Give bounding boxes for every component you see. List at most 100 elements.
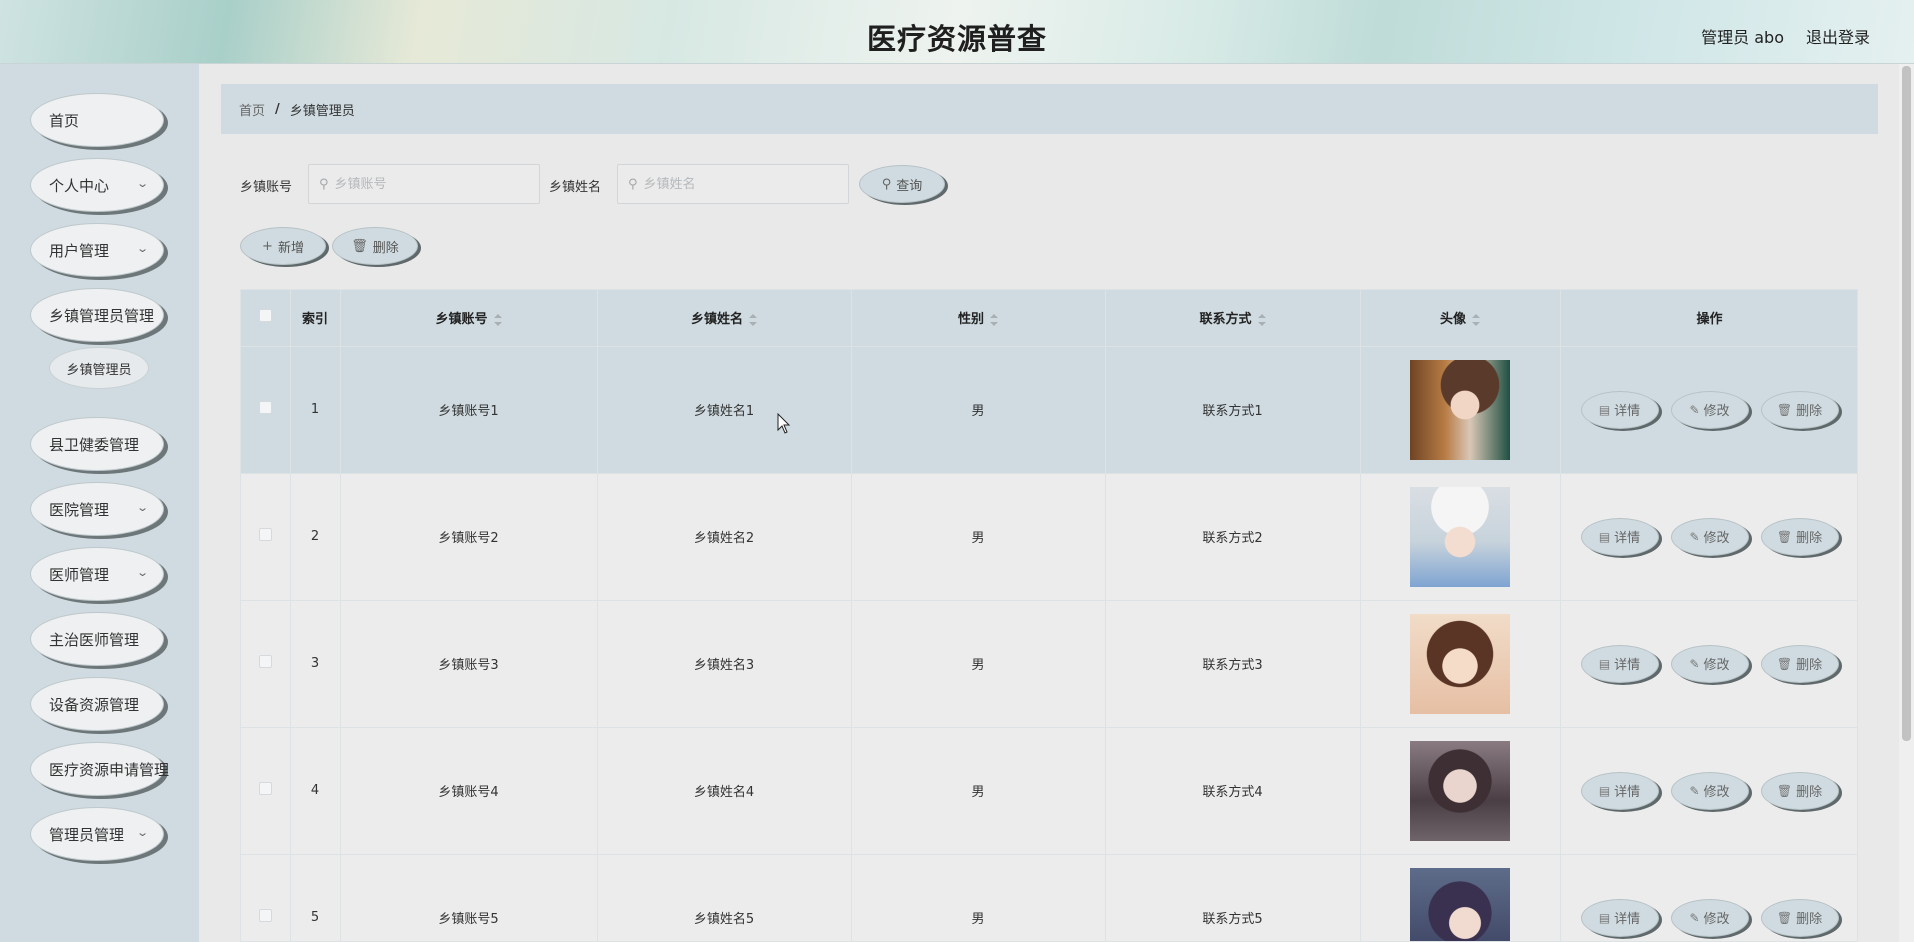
sidebar-item-attending-doctors[interactable]: 主治医师管理 <box>30 612 164 666</box>
avatar[interactable] <box>1410 867 1510 941</box>
row-select-cell <box>241 727 291 855</box>
sidebar-item-home[interactable]: 首页 <box>30 93 164 147</box>
document-icon: ▤ <box>1598 910 1611 925</box>
index-cell: 1 <box>290 346 341 474</box>
column-header-label: 头像 <box>1439 312 1466 328</box>
avatar[interactable] <box>1410 613 1510 714</box>
edit-button[interactable]: ✎ 修改 <box>1670 771 1749 810</box>
row-select-cell <box>241 473 291 601</box>
chevron-down-icon: ⌄ <box>135 826 149 839</box>
sidebar-item-county-health[interactable]: 县卫健委管理 <box>30 417 164 471</box>
delete-button[interactable]: 🗑 删除 <box>1760 771 1839 810</box>
delete-button-label: 删除 <box>1796 785 1823 800</box>
account-search-field[interactable]: ⚲ <box>308 164 540 204</box>
column-header-account[interactable]: 乡镇账号 <box>340 290 598 347</box>
edit-button[interactable]: ✎ 修改 <box>1670 898 1749 937</box>
detail-button[interactable]: ▤ 详情 <box>1580 771 1659 810</box>
delete-button-label: 删除 <box>1796 912 1823 927</box>
detail-button[interactable]: ▤ 详情 <box>1580 517 1659 556</box>
sidebar-item-hospitals[interactable]: 医院管理 ⌄ <box>30 482 164 536</box>
detail-button[interactable]: ▤ 详情 <box>1580 390 1659 429</box>
trash-icon: 🗑 <box>351 238 368 254</box>
contact-cell: 联系方式4 <box>1105 727 1361 855</box>
sort-icon[interactable] <box>493 313 502 326</box>
column-header-label: 操作 <box>1696 312 1723 328</box>
edit-button[interactable]: ✎ 修改 <box>1670 644 1749 683</box>
row-checkbox[interactable] <box>258 909 272 922</box>
detail-button[interactable]: ▤ 详情 <box>1580 898 1659 937</box>
column-header-name[interactable]: 乡镇姓名 <box>597 290 852 347</box>
sidebar-item-equipment[interactable]: 设备资源管理 <box>30 677 164 731</box>
detail-button-label: 详情 <box>1614 658 1641 673</box>
account-cell: 乡镇账号4 <box>340 727 598 855</box>
batch-delete-button[interactable]: 🗑 删除 <box>332 227 418 265</box>
trash-icon: 🗑 <box>1776 529 1793 544</box>
name-search-input[interactable] <box>643 176 824 192</box>
plus-icon: + <box>262 238 273 254</box>
trash-icon: 🗑 <box>1776 910 1793 925</box>
sort-icon[interactable] <box>749 313 757 326</box>
scrollbar-thumb[interactable] <box>1902 66 1911 741</box>
submenu-item-township-admin[interactable]: 乡镇管理员 <box>49 347 149 389</box>
select-all-checkbox[interactable] <box>258 309 272 323</box>
contact-cell: 联系方式5 <box>1105 854 1361 941</box>
row-checkbox[interactable] <box>258 655 272 668</box>
row-checkbox[interactable] <box>258 528 272 541</box>
delete-button[interactable]: 🗑 删除 <box>1760 644 1839 683</box>
sidebar-item-resource-requests[interactable]: 医疗资源申请管理 <box>30 742 169 796</box>
detail-button[interactable]: ▤ 详情 <box>1580 644 1659 683</box>
chevron-down-icon: ⌄ <box>135 566 149 579</box>
row-select-cell <box>241 854 291 941</box>
account-cell: 乡镇账号5 <box>340 854 598 941</box>
sort-icon[interactable] <box>1472 313 1480 326</box>
sidebar-item-doctors[interactable]: 医师管理 ⌄ <box>30 547 164 601</box>
sidebar-item-township-admins[interactable]: 乡镇管理员管理 <box>30 288 164 342</box>
query-button[interactable]: ⚲ 查询 <box>859 165 945 203</box>
table-row[interactable]: 4 乡镇账号4 乡镇姓名4 男 联系方式4 ▤ 详情 ✎ 修改 🗑 删除 <box>241 727 1857 855</box>
document-icon: ▤ <box>1598 656 1611 671</box>
sidebar-item-label: 主治医师管理 <box>49 630 140 649</box>
add-button[interactable]: + 新增 <box>240 227 326 265</box>
row-checkbox[interactable] <box>258 782 272 795</box>
avatar-cell <box>1360 600 1561 728</box>
avatar[interactable] <box>1410 486 1510 587</box>
index-cell: 4 <box>290 727 341 855</box>
sidebar-item-label: 管理员管理 <box>49 825 125 844</box>
delete-button-label: 删除 <box>1796 658 1823 673</box>
column-header-gender[interactable]: 性别 <box>851 290 1106 347</box>
sidebar-item-users[interactable]: 用户管理 ⌄ <box>30 223 164 277</box>
sidebar-item-label: 用户管理 <box>49 241 110 260</box>
delete-button[interactable]: 🗑 删除 <box>1760 390 1839 429</box>
edit-button[interactable]: ✎ 修改 <box>1670 517 1749 556</box>
delete-button[interactable]: 🗑 删除 <box>1760 898 1839 937</box>
delete-button[interactable]: 🗑 删除 <box>1760 517 1839 556</box>
table-row[interactable]: 1 乡镇账号1 乡镇姓名1 男 联系方式1 ▤ 详情 ✎ 修改 🗑 删除 <box>241 346 1857 474</box>
avatar[interactable] <box>1410 740 1510 841</box>
ops-cell: ▤ 详情 ✎ 修改 🗑 删除 <box>1560 854 1857 941</box>
table-row[interactable]: 5 乡镇账号5 乡镇姓名5 男 联系方式5 ▤ 详情 ✎ 修改 🗑 删除 <box>241 854 1857 941</box>
search-icon: ⚲ <box>628 176 638 192</box>
avatar-cell <box>1360 727 1561 855</box>
name-search-field[interactable]: ⚲ <box>617 164 849 204</box>
sidebar-item-label: 首页 <box>49 111 80 130</box>
row-checkbox[interactable] <box>258 401 272 414</box>
ops-cell: ▤ 详情 ✎ 修改 🗑 删除 <box>1560 473 1857 601</box>
logout-link[interactable]: 退出登录 <box>1806 24 1870 48</box>
account-cell: 乡镇账号1 <box>340 346 598 474</box>
ops-cell: ▤ 详情 ✎ 修改 🗑 删除 <box>1560 727 1857 855</box>
account-search-input[interactable] <box>334 176 515 192</box>
breadcrumb-home[interactable]: 首页 <box>239 100 265 119</box>
column-header-avatar[interactable]: 头像 <box>1360 290 1561 347</box>
name-cell: 乡镇姓名2 <box>597 473 852 601</box>
sidebar-item-profile[interactable]: 个人中心 ⌄ <box>30 158 164 212</box>
avatar[interactable] <box>1410 359 1510 460</box>
sort-icon[interactable] <box>1257 313 1266 326</box>
sort-icon[interactable] <box>990 313 998 326</box>
document-icon: ▤ <box>1598 529 1611 544</box>
table-row[interactable]: 2 乡镇账号2 乡镇姓名2 男 联系方式2 ▤ 详情 ✎ 修改 🗑 删除 <box>241 473 1857 601</box>
column-header-contact[interactable]: 联系方式 <box>1105 290 1361 347</box>
table-row[interactable]: 3 乡镇账号3 乡镇姓名3 男 联系方式3 ▤ 详情 ✎ 修改 🗑 删除 <box>241 600 1857 728</box>
sidebar-item-admins[interactable]: 管理员管理 ⌄ <box>30 807 164 861</box>
edit-button[interactable]: ✎ 修改 <box>1670 390 1749 429</box>
vertical-scrollbar[interactable] <box>1899 64 1914 942</box>
